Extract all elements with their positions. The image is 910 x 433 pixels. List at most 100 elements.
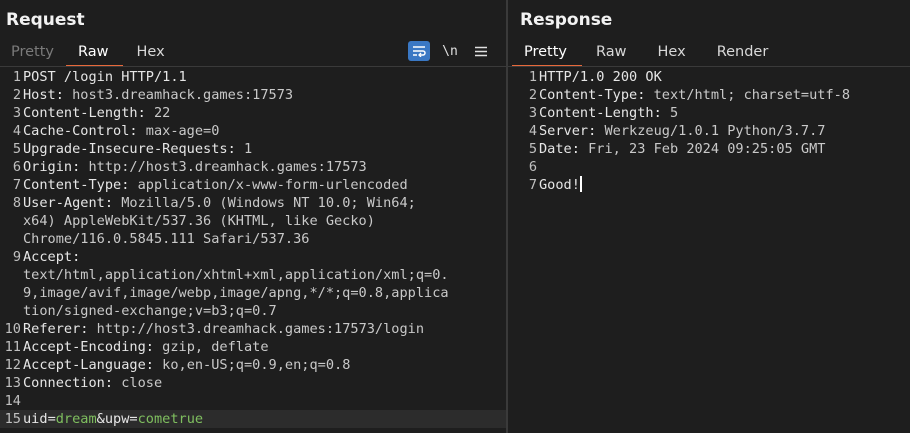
line-number: 12 [4,357,21,373]
header-name: Upgrade-Insecure-Requests: [23,141,244,157]
line-content: text/html,application/xhtml+xml,applicat… [22,266,506,284]
code-line: 12 Accept-Language: ko,en-US;q=0.9,en;q=0… [0,356,506,374]
line-content [22,392,506,410]
response-tab-pretty[interactable]: Pretty [512,42,583,67]
code-line: 8 User-Agent: Mozilla/5.0 (Windows NT 10.… [0,194,506,212]
line-content: Connection: close [22,374,506,392]
header-name: Content-Type: [539,87,654,103]
line-content: Chrome/116.0.5845.111 Safari/537.36 [22,230,506,248]
header-value: gzip, deflate [162,339,269,355]
code-line: 4 Server: Werkzeug/1.0.1 Python/3.7.7 [508,122,910,140]
line-content [538,158,910,176]
line-number: 5 [12,141,21,157]
line-number: 1 [528,69,537,85]
header-name: Host: [23,87,73,103]
line-number: 6 [12,159,21,175]
line-content: POST /login HTTP/1.1 [22,68,506,86]
code-line: 2 Host: host3.dreamhack.games:17573 [0,86,506,104]
header-value: http://host3.dreamhack.games:17573/login [96,321,425,337]
code-line: 4 Cache-Control: max-age=0 [0,122,506,140]
header-value: 9,image/avif,image/webp,image/apng,*/*;q… [23,285,449,301]
line-content: Content-Length: 5 [538,104,910,122]
line-content: uid=dream&upw=cometrue [22,410,494,428]
word-wrap-icon[interactable] [408,41,430,61]
line-number: 6 [528,159,537,175]
request-tab-hex[interactable]: Hex [123,42,176,66]
header-name: POST /login HTTP/1.1 [23,69,187,85]
code-line: 2 Content-Type: text/html; charset=utf-8 [508,86,910,104]
request-tab-divider [0,66,506,67]
line-content: Upgrade-Insecure-Requests: 1 [22,140,506,158]
header-name: Origin: [23,159,89,175]
header-value: Fri, 23 Feb 2024 09:25:05 GMT [588,141,826,157]
response-tab-render[interactable]: Render [701,42,780,66]
code-line: text/html,application/xhtml+xml,applicat… [0,266,506,284]
line-content: User-Agent: Mozilla/5.0 (Windows NT 10.0… [22,194,506,212]
code-line: 14 [0,392,506,410]
header-value: http://host3.dreamhack.games:17573 [88,159,367,175]
header-name: Cache-Control: [23,123,146,139]
response-pane: Response Pretty Raw Hex Render 1 HTTP/1.0… [508,0,910,433]
text-cursor [579,176,582,192]
header-name: HTTP/1.0 200 OK [539,69,662,85]
line-number: 3 [528,105,537,121]
header-name: Accept-Language: [23,357,163,373]
request-tab-raw[interactable]: Raw [66,42,123,67]
header-value: 1 [243,141,253,157]
param-name-uid: uid [23,411,48,427]
code-line: 3 Content-Length: 5 [508,104,910,122]
request-body-line: 15 uid=dream&upw=cometrue [0,410,506,428]
code-line: 5 Upgrade-Insecure-Requests: 1 [0,140,506,158]
line-content: x64) AppleWebKit/537.36 (KHTML, like Gec… [22,212,506,230]
line-number: 13 [4,375,21,391]
header-value: ko,en-US;q=0.9,en;q=0.8 [162,357,351,373]
header-value: Chrome/116.0.5845.111 Safari/537.36 [23,231,310,247]
line-number: 7 [12,177,21,193]
request-pane: Request Pretty Raw Hex \n 1 POST /login H… [0,0,506,433]
line-content: Host: host3.dreamhack.games:17573 [22,86,506,104]
header-value: application/x-www-form-urlencoded [137,177,408,193]
header-name: Referer: [23,321,97,337]
response-editor[interactable]: 1 HTTP/1.0 200 OK 2 Content-Type: text/html… [508,68,910,433]
request-title: Request [6,10,85,30]
header-value: text/html; charset=utf-8 [653,87,850,103]
show-newlines-button[interactable]: \n [439,41,461,61]
code-line: Chrome/116.0.5845.111 Safari/537.36 [0,230,506,248]
line-content: Date: Fri, 23 Feb 2024 09:25:05 GMT [538,140,910,158]
line-number [0,284,22,302]
line-content: HTTP/1.0 200 OK [538,68,910,86]
line-number [0,212,22,230]
line-number: 11 [4,339,21,355]
ampersand: & [96,411,105,427]
header-name: Accept-Encoding: [23,339,163,355]
line-number: 4 [528,123,537,139]
line-content: 9,image/avif,image/webp,image/apng,*/*;q… [22,284,506,302]
header-name: User-Agent: [23,195,122,211]
line-number: 15 [4,411,21,427]
request-editor[interactable]: 1 POST /login HTTP/1.1 2 Host: host3.dreamh… [0,68,506,433]
line-number: 1 [12,69,21,85]
response-title: Response [520,10,613,30]
hamburger-menu-icon[interactable] [470,41,492,61]
code-line: 6 Origin: http://host3.dreamhack.games:17… [0,158,506,176]
request-tab-pretty[interactable]: Pretty [0,42,66,66]
header-value: text/html,application/xhtml+xml,applicat… [23,267,449,283]
code-line: 7 Content-Type: application/x-www-form-ur… [0,176,506,194]
response-tab-hex[interactable]: Hex [643,42,701,66]
response-body-text: Good! [539,177,580,193]
response-tab-raw[interactable]: Raw [582,42,643,66]
response-tab-divider [508,66,910,67]
line-content: Accept-Language: ko,en-US;q=0.9,en;q=0.8 [22,356,506,374]
code-line: 1 POST /login HTTP/1.1 [0,68,506,86]
line-number [0,230,22,248]
code-line: 9 Accept: [0,248,506,266]
line-content: tion/signed-exchange;v=b3;q=0.7 [22,302,506,320]
line-number: 2 [528,87,537,103]
param-name-upw: upw [104,411,130,427]
code-line: tion/signed-exchange;v=b3;q=0.7 [0,302,506,320]
header-name: Content-Length: [23,105,154,121]
line-number: 8 [12,195,21,211]
line-number: 4 [12,123,21,139]
line-number [0,266,22,284]
line-content: Good! [538,176,910,194]
